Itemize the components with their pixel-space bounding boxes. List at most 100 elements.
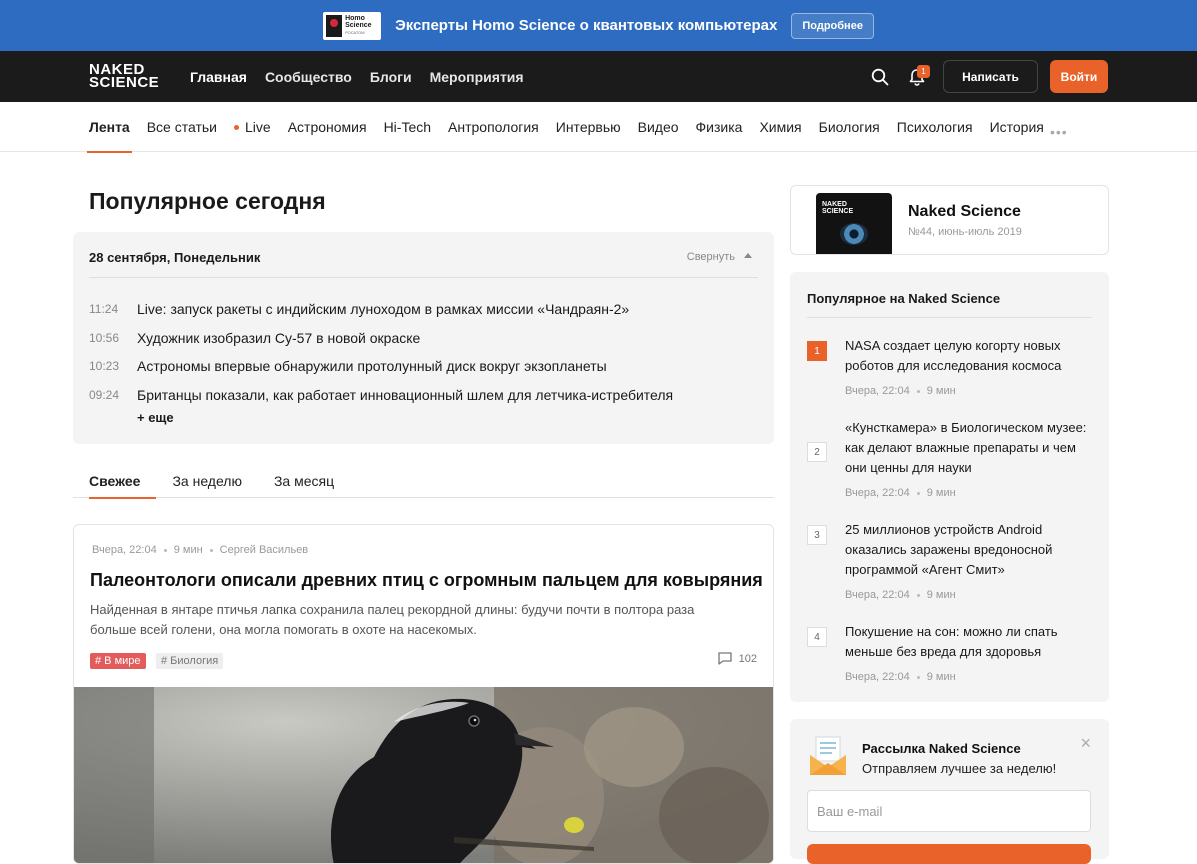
close-icon[interactable]: × <box>1080 733 1091 754</box>
item-time: 11:24 <box>89 302 119 317</box>
today-date: 28 сентября, Понедельник <box>89 250 261 265</box>
separator-dot <box>916 491 920 495</box>
tab-fresh[interactable]: Свежее <box>73 464 157 499</box>
promo-details-button[interactable]: Подробнее <box>791 12 874 39</box>
item-time: 10:56 <box>89 330 120 345</box>
category-live[interactable]: Live <box>234 102 271 152</box>
item-title[interactable]: Покушение на сон: можно ли спать меньше … <box>845 622 1097 662</box>
site-header: NAKED SCIENCE Главная Сообщество Блоги М… <box>0 51 1197 102</box>
item-title[interactable]: NASA создает целую когорту новых роботов… <box>845 336 1097 376</box>
list-item[interactable]: 10:23 Астрономы впервые обнаружили прото… <box>89 352 673 381</box>
article-image[interactable] <box>74 687 773 863</box>
magazine-cover: NAKED SCIENCE <box>816 193 892 254</box>
category-astronomy[interactable]: Астрономия <box>288 102 367 152</box>
item-time: 09:24 <box>89 387 120 402</box>
category-physics[interactable]: Физика <box>696 102 743 152</box>
article-author[interactable]: Сергей Васильев <box>220 544 308 556</box>
homo-science-logo: Homo Science РОСАТОМ <box>323 11 382 40</box>
item-title: Британцы показали, как работает инноваци… <box>137 386 674 403</box>
comments-count[interactable]: 102 <box>717 652 757 665</box>
cover-logo-line2: SCIENCE <box>822 208 854 215</box>
tag-biology[interactable]: # Биология <box>156 653 224 669</box>
collapse-toggle[interactable]: Свернуть <box>687 251 752 263</box>
item-meta: Вчера, 22:04 9 мин <box>845 385 956 397</box>
login-button[interactable]: Войти <box>1050 60 1108 93</box>
item-time: 10:23 <box>89 359 120 374</box>
popular-site-title: Популярное на Naked Science <box>807 291 1001 306</box>
nav-item-community[interactable]: Сообщество <box>265 69 352 85</box>
article-date: Вчера, 22:04 <box>92 544 157 556</box>
category-video[interactable]: Видео <box>638 102 679 152</box>
category-anthropology[interactable]: Антропология <box>448 102 539 152</box>
show-more-link[interactable]: + еще <box>137 410 174 425</box>
page-title: Популярное сегодня <box>89 188 326 214</box>
naked-science-logo[interactable]: NAKED SCIENCE <box>89 62 159 90</box>
subscribe-button[interactable] <box>807 844 1091 864</box>
rank-badge: 1 <box>807 341 827 361</box>
email-field[interactable] <box>807 790 1091 832</box>
item-date: Вчера, 22:04 <box>845 487 910 499</box>
feed-tabs: Свежее За неделю За месяц <box>73 464 774 499</box>
tag-world[interactable]: # В мире <box>90 653 146 669</box>
comments-number: 102 <box>738 652 757 665</box>
separator-dot <box>916 389 920 393</box>
today-list: 11:24 Live: запуск ракеты с индийским лу… <box>89 295 673 409</box>
item-title[interactable]: «Кунсткамера» в Биологическом музее: как… <box>845 418 1097 478</box>
item-date: Вчера, 22:04 <box>845 385 910 397</box>
article-read-time: 9 мин <box>173 544 203 556</box>
popular-site-card: Популярное на Naked Science 1 NASA созда… <box>790 272 1109 702</box>
category-hitech[interactable]: Hi-Tech <box>384 102 431 152</box>
category-psychology[interactable]: Психология <box>897 102 973 152</box>
promo-logo-sub: РОСАТОМ <box>345 30 365 35</box>
article-title[interactable]: Палеонтологи описали древних птиц с огро… <box>90 570 763 591</box>
list-item[interactable]: 09:24 Британцы показали, как работает ин… <box>89 381 673 410</box>
item-meta: Вчера, 22:04 9 мин <box>845 487 956 499</box>
promo-text: Эксперты Homo Science о квантовых компью… <box>395 17 778 34</box>
category-biology[interactable]: Биология <box>819 102 880 152</box>
category-feed[interactable]: Лента <box>87 102 132 153</box>
live-dot-icon <box>234 124 239 130</box>
rank-badge: 4 <box>807 627 827 647</box>
more-categories-icon[interactable]: ••• <box>1050 124 1068 140</box>
write-button[interactable]: Написать <box>943 60 1038 93</box>
list-item[interactable]: 11:24 Live: запуск ракеты с индийским лу… <box>89 295 673 324</box>
popular-today-card: 28 сентября, Понедельник Свернуть 11:24 … <box>73 232 774 444</box>
item-title: Live: запуск ракеты с индийским луноходо… <box>137 301 630 318</box>
newsletter-title: Рассылка Naked Science <box>862 741 1021 756</box>
article-meta: Вчера, 22:04 9 мин Сергей Васильев <box>92 544 308 556</box>
tab-month[interactable]: За месяц <box>258 464 350 498</box>
list-item[interactable]: 10:56 Художник изобразил Су-57 в новой о… <box>89 324 673 353</box>
homo-science-mark-icon <box>326 14 343 37</box>
separator-dot <box>916 675 920 679</box>
search-icon[interactable] <box>871 68 889 86</box>
item-read-time: 9 мин <box>926 671 956 683</box>
item-read-time: 9 мин <box>926 487 956 499</box>
nav-item-blogs[interactable]: Блоги <box>370 69 412 85</box>
article-card[interactable]: Вчера, 22:04 9 мин Сергей Васильев Палео… <box>73 524 774 864</box>
divider <box>89 277 758 278</box>
category-interview[interactable]: Интервью <box>556 102 621 152</box>
rank-badge: 2 <box>807 442 827 462</box>
category-history[interactable]: История <box>990 102 1044 152</box>
bird-photo <box>74 687 773 863</box>
item-date: Вчера, 22:04 <box>845 671 910 683</box>
magazine-issue: №44, июнь-июль 2019 <box>908 226 1022 238</box>
separator-dot <box>163 548 167 552</box>
promo-logo-line2: Science <box>345 22 372 29</box>
category-chemistry[interactable]: Химия <box>759 102 801 152</box>
nav-item-events[interactable]: Мероприятия <box>430 69 524 85</box>
magazine-card[interactable]: NAKED SCIENCE Naked Science №44, июнь-ию… <box>790 185 1109 255</box>
item-title: Астрономы впервые обнаружили протолунный… <box>137 358 607 375</box>
promo-banner[interactable]: Homo Science РОСАТОМ Эксперты Homo Scien… <box>0 0 1197 51</box>
category-all-articles[interactable]: Все статьи <box>147 102 217 152</box>
envelope-icon <box>810 736 846 775</box>
tab-week[interactable]: За неделю <box>156 464 258 498</box>
item-title[interactable]: 25 миллионов устройств Android оказались… <box>845 520 1097 580</box>
notifications-badge: 1 <box>917 65 930 78</box>
nav-item-main[interactable]: Главная <box>190 69 247 85</box>
rank-badge: 3 <box>807 525 827 545</box>
magazine-name: Naked Science <box>908 203 1021 220</box>
comment-icon <box>717 652 732 665</box>
separator-dot <box>916 593 920 597</box>
item-title: Художник изобразил Су-57 в новой окраске <box>137 329 421 346</box>
